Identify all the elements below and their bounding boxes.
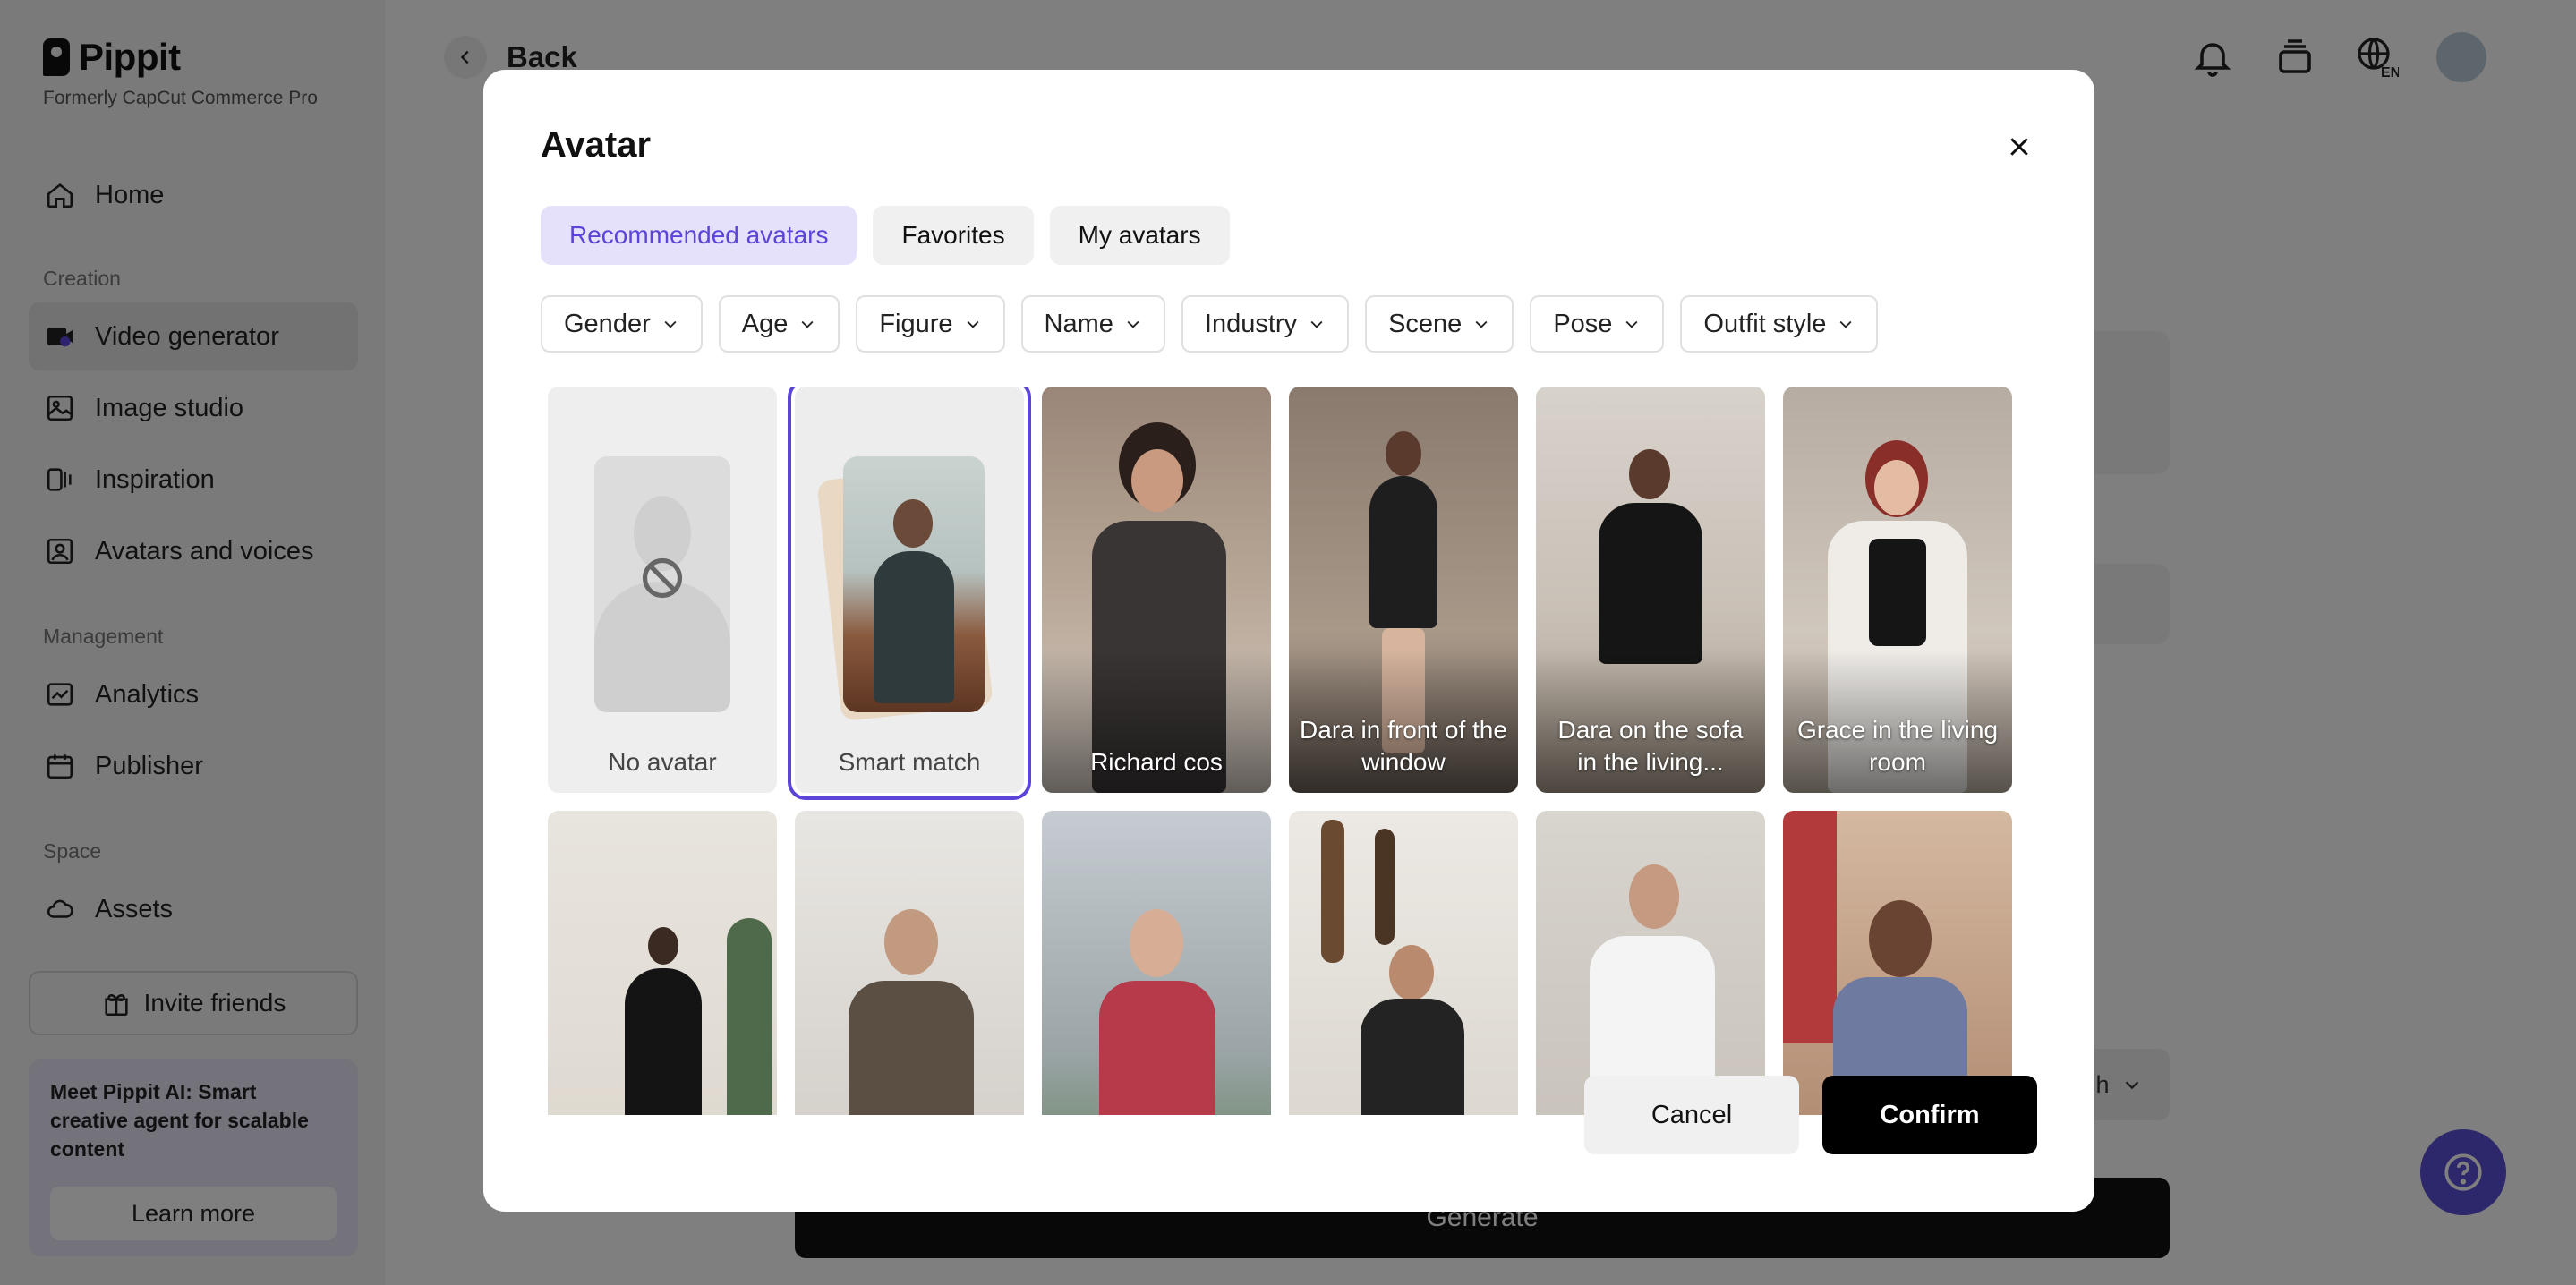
- filter-scene[interactable]: Scene: [1365, 295, 1514, 353]
- avatar-card[interactable]: [548, 811, 777, 1115]
- avatar-card-label: Richard cos: [1090, 748, 1223, 776]
- avatar-card[interactable]: [1042, 811, 1271, 1115]
- modal-title: Avatar: [541, 125, 652, 165]
- avatar-card-grace[interactable]: Grace in the living room: [1783, 387, 2012, 793]
- avatar-placeholder-icon: [594, 456, 730, 712]
- filter-label: Scene: [1388, 309, 1463, 338]
- avatar-card[interactable]: [1536, 811, 1765, 1115]
- filter-figure[interactable]: Figure: [856, 295, 1005, 353]
- filter-age[interactable]: Age: [718, 295, 840, 353]
- cancel-button[interactable]: Cancel: [1584, 1076, 1799, 1154]
- avatar-card-label: Dara on the sofa in the living...: [1557, 716, 1744, 776]
- avatar-card-label: Smart match: [838, 748, 981, 776]
- chevron-down-icon: [1475, 320, 1488, 328]
- chevron-down-icon: [1127, 320, 1139, 328]
- avatar-card[interactable]: [795, 811, 1024, 1115]
- avatar-card[interactable]: [1289, 811, 1518, 1115]
- filter-label: Name: [1044, 309, 1113, 338]
- filter-label: Industry: [1204, 309, 1298, 338]
- avatar-modal: Avatar Recommended avatars Favorites My …: [483, 70, 2094, 1212]
- avatar-card-dara-sofa[interactable]: Dara on the sofa in the living...: [1536, 387, 1765, 793]
- avatar-card-label: No avatar: [608, 748, 717, 776]
- tab-my-avatars[interactable]: My avatars: [1049, 206, 1230, 265]
- avatar-card-richard[interactable]: Richard cos: [1042, 387, 1271, 793]
- filter-bar: Gender Age Figure Name Industry Scene Po…: [541, 295, 1879, 353]
- tab-favorites[interactable]: Favorites: [873, 206, 1034, 265]
- filter-label: Figure: [879, 309, 953, 338]
- avatar-tabs: Recommended avatars Favorites My avatars: [541, 206, 1230, 265]
- avatar-card-dara-window[interactable]: Dara in front of the window: [1289, 387, 1518, 793]
- avatar-card-no-avatar[interactable]: No avatar: [548, 387, 777, 793]
- chevron-down-icon: [801, 320, 814, 328]
- filter-label: Gender: [564, 309, 651, 338]
- chevron-down-icon: [1625, 320, 1638, 328]
- chevron-down-icon: [1839, 320, 1852, 328]
- filter-label: Pose: [1553, 309, 1613, 338]
- chevron-down-icon: [664, 320, 677, 328]
- avatar-card-smart-match[interactable]: Smart match: [788, 387, 1031, 800]
- filter-label: Age: [741, 309, 789, 338]
- avatar-thumbnail: [843, 456, 985, 712]
- chevron-down-icon: [967, 320, 979, 328]
- close-icon[interactable]: [2001, 129, 2037, 165]
- modal-actions: Cancel Confirm: [1584, 1076, 2037, 1154]
- filter-outfit-style[interactable]: Outfit style: [1680, 295, 1879, 353]
- app-root: Pippit Formerly CapCut Commerce Pro Home…: [0, 0, 2576, 1285]
- avatar-grid: No avatar Smart match Richard cos Dara i…: [541, 387, 2017, 1115]
- filter-name[interactable]: Name: [1020, 295, 1165, 353]
- confirm-button[interactable]: Confirm: [1822, 1076, 2037, 1154]
- avatar-card-label: Grace in the living room: [1796, 716, 1999, 776]
- filter-industry[interactable]: Industry: [1181, 295, 1350, 353]
- avatar-card-label: Dara in front of the window: [1300, 716, 1507, 776]
- avatar-card[interactable]: [1783, 811, 2012, 1115]
- tab-recommended-avatars[interactable]: Recommended avatars: [541, 206, 857, 265]
- filter-gender[interactable]: Gender: [541, 295, 703, 353]
- filter-pose[interactable]: Pose: [1530, 295, 1665, 353]
- filter-label: Outfit style: [1703, 309, 1827, 338]
- chevron-down-icon: [1310, 320, 1323, 328]
- ban-icon: [642, 557, 683, 599]
